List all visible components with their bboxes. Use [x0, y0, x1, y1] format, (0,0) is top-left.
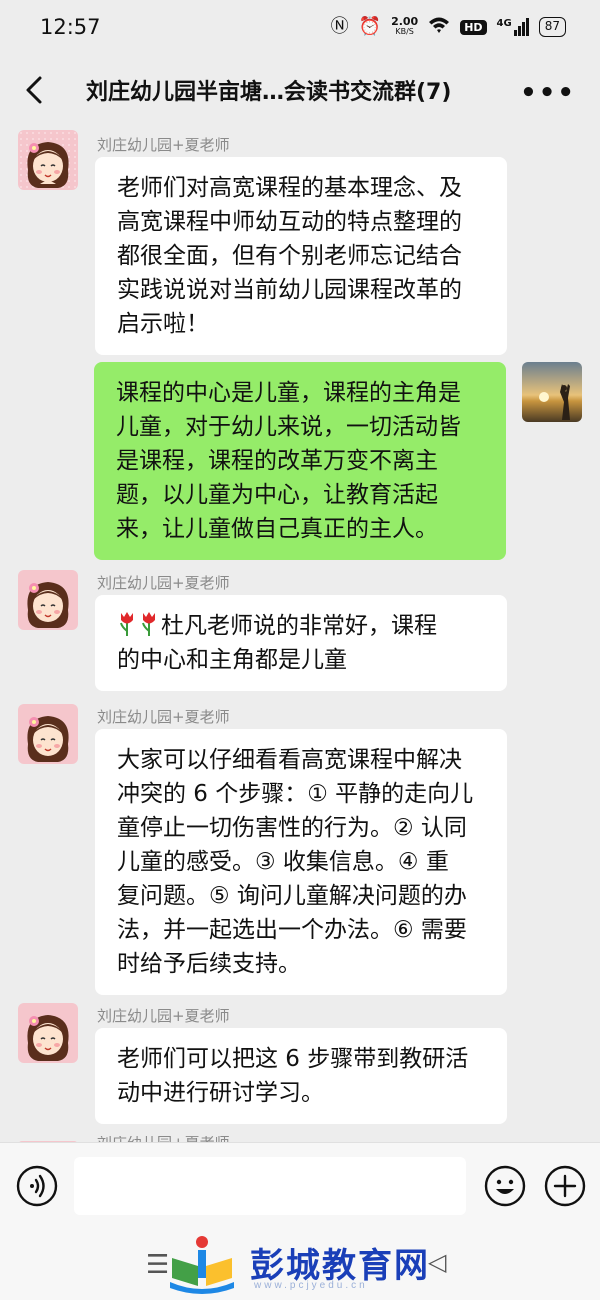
- battery-indicator: 87: [538, 17, 566, 37]
- message-line: 来，让儿童做自己真正的主人。: [116, 516, 438, 542]
- message-line: 冲突的 6 个步骤：① 平静的走向儿: [117, 781, 474, 807]
- message-line: 法，并一起选出一个办法。⑥ 需要: [117, 917, 467, 943]
- triangle-back-icon[interactable]: ◁: [428, 1248, 446, 1276]
- message-bubble[interactable]: 老师们可以把这 6 步骤带到教研活 动中进行研讨学习。: [95, 1028, 507, 1124]
- avatar[interactable]: [18, 130, 78, 190]
- menu-icon[interactable]: ☰: [146, 1250, 169, 1280]
- signal-icon: 4G: [497, 18, 529, 36]
- message-input[interactable]: [74, 1157, 466, 1215]
- message-line: 都很全面，但有个别老师忘记结合: [117, 243, 462, 269]
- watermark-url: www.pcjyedu.cn: [254, 1280, 368, 1291]
- status-bar: 12:57 Ⓝ ⏰ 2.00 KB/S HD 4G 87: [0, 0, 600, 54]
- sender-name: 刘庄幼儿园+夏老师: [97, 136, 230, 154]
- status-icons: Ⓝ ⏰ 2.00 KB/S HD 4G 87: [331, 16, 566, 38]
- alarm-icon: ⏰: [358, 16, 382, 37]
- chat-title: 刘庄幼儿园半亩塘…会读书交流群(7): [86, 80, 452, 105]
- hd-badge: HD: [460, 19, 487, 35]
- watermark-logo: [168, 1234, 236, 1294]
- avatar[interactable]: [18, 704, 78, 764]
- message-bubble[interactable]: 课程的中心是儿童，课程的主角是 儿童，对于幼儿来说，一切活动皆 是课程，课程的改…: [94, 362, 506, 560]
- message-line: 是课程，课程的改革万变不离主: [116, 448, 438, 474]
- message-line: 儿童，对于幼儿来说，一切活动皆: [116, 414, 461, 440]
- message-line: 大家可以仔细看看高宽课程中解决: [117, 747, 462, 773]
- message-bubble[interactable]: 老师们对高宽课程的基本理念、及 高宽课程中师幼互动的特点整理的 都很全面，但有个…: [95, 157, 507, 355]
- avatar[interactable]: [18, 1134, 78, 1142]
- avatar[interactable]: [522, 362, 582, 422]
- sender-name: 刘庄幼儿园+夏老师: [97, 1007, 230, 1025]
- system-nav-bar: ☰ 彭城教育网 www.pcjyedu.cn ◁: [0, 1228, 600, 1300]
- sender-name: 刘庄幼儿园+夏老师: [97, 708, 230, 726]
- net-speed-unit: KB/S: [395, 27, 414, 36]
- message-line: 动中进行研讨学习。: [117, 1080, 324, 1106]
- message-line: 老师们对高宽课程的基本理念、及: [117, 175, 462, 201]
- net-speed: 2.00 KB/S: [391, 15, 419, 37]
- emoji-icon[interactable]: [484, 1165, 526, 1207]
- plus-icon[interactable]: [544, 1165, 586, 1207]
- input-bar: [0, 1142, 600, 1228]
- avatar[interactable]: [18, 570, 78, 630]
- message-line: 儿童的感受。③ 收集信息。④ 重: [117, 849, 449, 875]
- message-line: 课程的中心是儿童，课程的主角是: [116, 380, 461, 406]
- net-speed-value: 2.00: [391, 15, 419, 28]
- message-bubble[interactable]: 杜凡老师说的非常好，课程 的中心和主角都是儿童: [95, 595, 507, 691]
- sender-name: 刘庄幼儿园+夏老师: [97, 574, 230, 592]
- message-line: 杜凡老师说的非常好，课程: [117, 609, 487, 643]
- message-line: 时给予后续支持。: [117, 951, 301, 977]
- signal-label: 4G: [496, 18, 512, 29]
- message-line: 老师们可以把这 6 步骤带到教研活: [117, 1046, 469, 1072]
- message-bubble[interactable]: 大家可以仔细看看高宽课程中解决 冲突的 6 个步骤：① 平静的走向儿 童停止一切…: [95, 729, 507, 995]
- nfc-icon: Ⓝ: [330, 16, 349, 37]
- message-line: 的中心和主角都是儿童: [117, 647, 347, 673]
- message-line: 启示啦！: [117, 311, 209, 337]
- message-line: 复问题。⑤ 询问儿童解决问题的办: [117, 883, 467, 909]
- chevron-left-icon[interactable]: [20, 74, 48, 106]
- message-text: 杜凡老师说的非常好，课程: [161, 613, 437, 639]
- message-line: 题，以儿童为中心，让教育活起: [116, 482, 438, 508]
- avatar[interactable]: [18, 1003, 78, 1063]
- message-line: 高宽课程中师幼互动的特点整理的: [117, 209, 462, 235]
- status-time: 12:57: [40, 15, 101, 39]
- voice-icon[interactable]: [16, 1165, 58, 1207]
- tulip-icon: [139, 611, 159, 637]
- more-dots-icon[interactable]: •••: [520, 78, 576, 108]
- chat-header: 刘庄幼儿园半亩塘…会读书交流群(7) •••: [0, 60, 600, 120]
- tulip-icon: [117, 611, 137, 637]
- wifi-icon: [428, 16, 450, 38]
- message-line: 童停止一切伤害性的行为。② 认同: [117, 815, 467, 841]
- message-line: 实践说说对当前幼儿园课程改革的: [117, 277, 462, 303]
